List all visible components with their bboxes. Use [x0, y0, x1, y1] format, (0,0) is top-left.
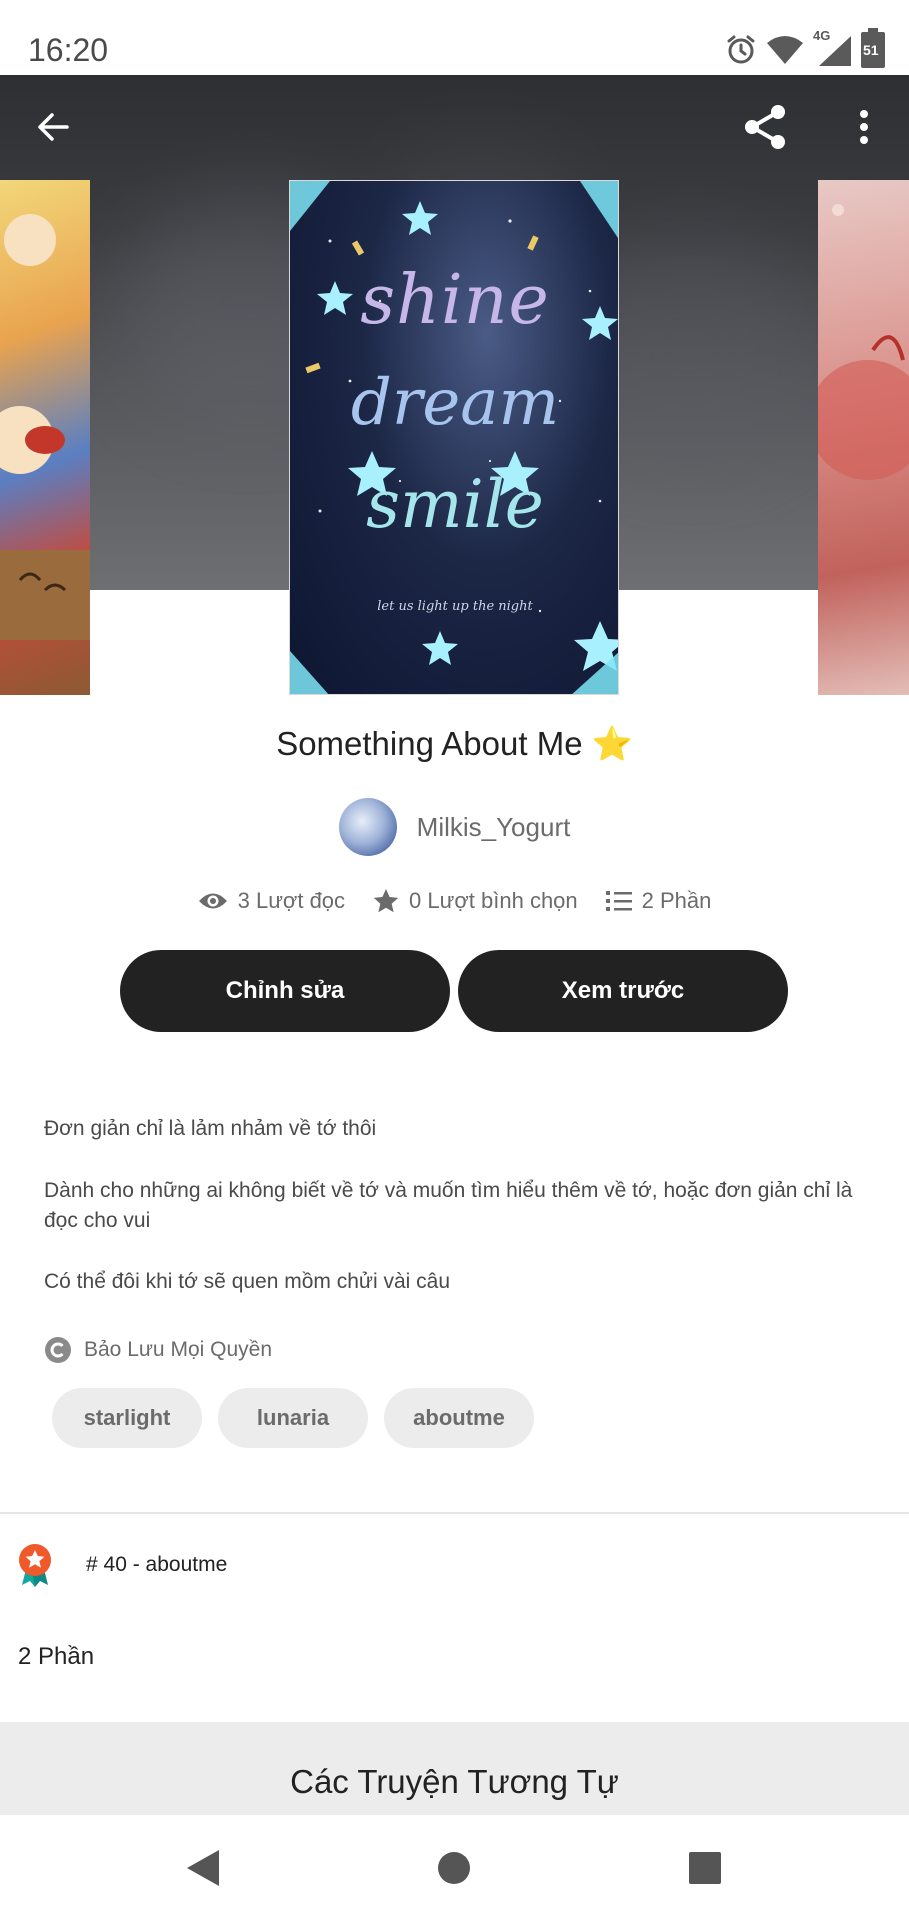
tag-starlight[interactable]: starlight [52, 1388, 202, 1448]
share-button[interactable] [731, 92, 801, 162]
reads-stat: 3 Lượt đọc [198, 888, 345, 914]
previous-cover[interactable] [0, 180, 90, 695]
story-stats: 3 Lượt đọc 0 Lượt bình chọn 2 Phần [0, 888, 909, 914]
next-cover[interactable] [818, 180, 909, 695]
copyright-icon [45, 1337, 71, 1363]
similar-stories-title: Các Truyện Tương Tự [290, 1763, 619, 1800]
status-icons: 4G 51 [725, 28, 885, 70]
triangle-back-icon [187, 1850, 219, 1886]
more-vertical-icon [860, 110, 868, 144]
author-row[interactable]: Milkis_Yogurt [0, 798, 909, 856]
copyright-row: Bảo Lưu Mọi Quyền [44, 1336, 272, 1364]
cover-title-line-3: smile [366, 466, 544, 543]
preview-button[interactable]: Xem trước [458, 950, 788, 1032]
votes-count: 0 Lượt bình chọn [409, 888, 578, 913]
circle-home-icon [438, 1852, 470, 1884]
battery-icon: 51 [861, 28, 885, 68]
star-icon [373, 889, 399, 913]
cover-title-line-1: shine [360, 261, 550, 340]
tag-aboutme[interactable]: aboutme [384, 1388, 534, 1448]
ranking-text[interactable]: # 40 - aboutme [86, 1553, 227, 1577]
list-icon [605, 891, 632, 911]
share-icon [745, 105, 785, 149]
avatar[interactable] [338, 798, 397, 856]
arrow-left-icon [38, 113, 69, 141]
copyright-text: Bảo Lưu Mọi Quyền [84, 1338, 272, 1361]
votes-stat: 0 Lượt bình chọn [373, 888, 578, 914]
status-time: 16:20 [28, 32, 109, 68]
description-line-2: Dành cho những ai không biết về tớ và mu… [44, 1179, 853, 1232]
tag-list: starlight lunaria aboutme [52, 1388, 534, 1448]
reads-count: 3 Lượt đọc [237, 888, 346, 913]
square-recents-icon [689, 1852, 721, 1884]
cell-signal-icon: 4G [813, 28, 853, 68]
story-cover: shine dream smile let us light up the ni… [289, 180, 619, 695]
author-name[interactable]: Milkis_Yogurt [417, 812, 571, 843]
status-bar: 16:20 4G 51 [0, 0, 909, 75]
divider [0, 1512, 909, 1514]
tag-lunaria[interactable]: lunaria [218, 1388, 368, 1448]
wifi-icon [767, 36, 804, 64]
nav-recents-button[interactable] [682, 1845, 728, 1891]
battery-level: 51 [863, 42, 879, 58]
alarm-icon [727, 35, 755, 64]
more-options-button[interactable] [829, 92, 899, 162]
ranking-row[interactable]: # 40 - aboutme [18, 1543, 227, 1587]
nav-home-button[interactable] [431, 1845, 477, 1891]
cover-tagline: let us light up the night [377, 599, 533, 614]
parts-heading[interactable]: 2 Phần [18, 1643, 94, 1671]
story-title: Something About Me ⭐ [276, 725, 633, 762]
parts-count-label: 2 Phần [641, 888, 712, 913]
edit-button[interactable]: Chỉnh sửa [120, 950, 450, 1032]
description-line-3: Có thể đôi khi tớ sẽ quen mồm chửi vài c… [44, 1270, 451, 1293]
cover-title-line-2: dream [350, 366, 560, 440]
description-line-1: Đơn giản chỉ là lảm nhảm về tớ thôi [44, 1117, 377, 1140]
parts-stat: 2 Phần [605, 888, 712, 914]
nav-back-button[interactable] [180, 1845, 226, 1891]
back-button[interactable] [18, 92, 88, 162]
eye-icon [198, 893, 227, 909]
rank-badge-icon [19, 1544, 51, 1587]
